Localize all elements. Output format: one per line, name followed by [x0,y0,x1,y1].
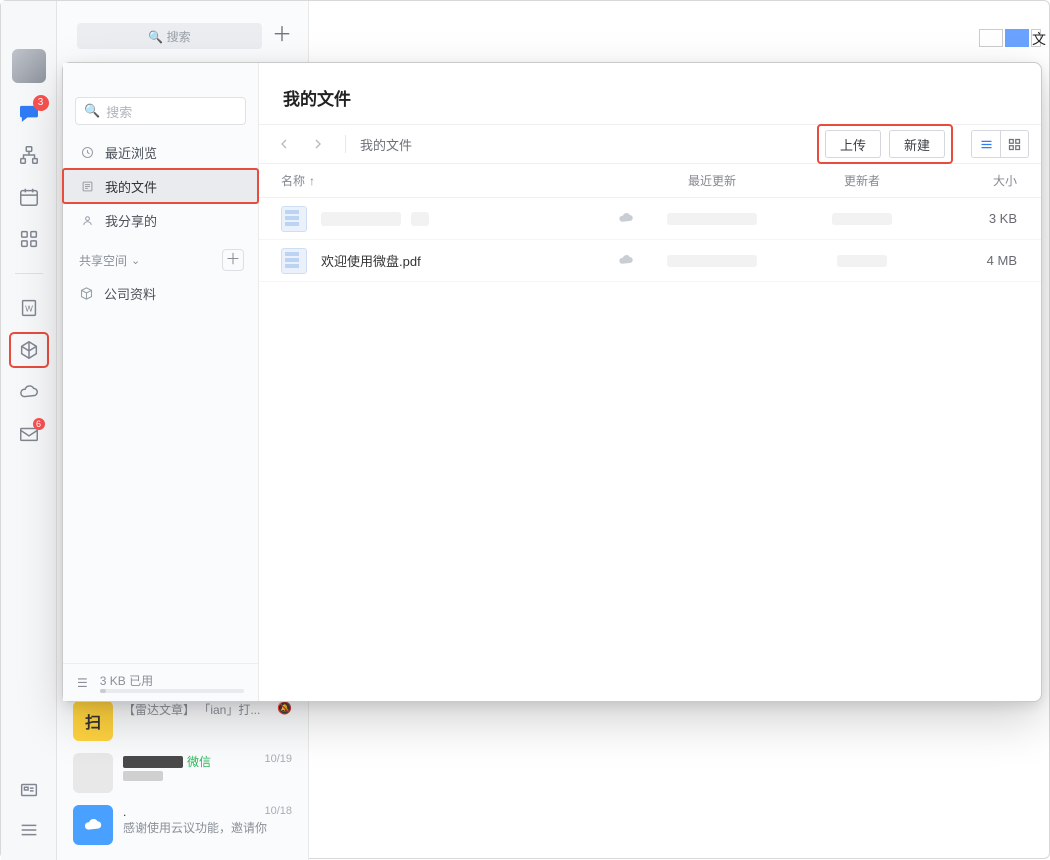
compose-button[interactable]: ＋ [272,26,292,46]
nav-back-button[interactable] [271,131,297,157]
cell-redacted [667,213,757,225]
chat-source-label: 微信 [187,753,211,770]
chat-icon[interactable]: 3 [17,101,41,125]
sidebar-section-shared-space: 共享空间 ⌄ ＋ [63,237,258,277]
storage-bar [100,689,244,693]
sidebar-item-company[interactable]: 公司资料 [63,277,258,309]
calendar-icon[interactable] [17,185,41,209]
nav-forward-button[interactable] [305,131,331,157]
chat-avatar [73,753,113,793]
search-placeholder: 搜索 [106,102,132,121]
toolbar: 我的文件 上传 新建 [259,124,1041,164]
chat-date: 10/18 [264,805,292,819]
chat-list-item[interactable]: 扫 【雷达文章】 「ian」打... 🔕 [65,695,300,747]
svg-text:W: W [25,305,33,314]
upload-new-highlight: 上传 新建 [817,124,953,164]
storage-footer: ☰ 3 KB 已用 [63,663,258,701]
chat-avatar: 扫 [73,701,113,741]
chat-snippet: 感谢使用云议功能，邀请你 [123,819,292,836]
user-avatar[interactable] [12,49,46,83]
drive-sidebar: 🔍 搜索 最近浏览 我的文件 我分享的 共享空间 ⌄ ＋ 公司资料 [63,63,259,701]
new-button[interactable]: 新建 [889,130,945,158]
sort-arrow-icon: ↑ [309,174,315,188]
file-size: 3 KB [937,211,1017,226]
drive-window: 🔍 搜索 最近浏览 我的文件 我分享的 共享空间 ⌄ ＋ 公司资料 [62,62,1042,702]
rail-separator [15,273,43,274]
section-label: 共享空间 [79,252,127,269]
file-size: 4 MB [937,253,1017,268]
person-icon [79,212,95,228]
cell-redacted [837,255,887,267]
drive-icon[interactable] [17,338,41,362]
col-name[interactable]: 名称 ↑ [281,172,637,189]
page-title: 我的文件 [259,63,1041,124]
apps-icon[interactable] [17,227,41,251]
drive-search-input[interactable]: 🔍 搜索 [75,97,246,125]
menu-icon[interactable]: ☰ [77,676,88,690]
sidebar-item-label: 我分享的 [105,211,157,230]
cloud-status-icon [617,251,637,271]
col-size[interactable]: 大小 [937,172,1017,189]
mail-icon[interactable]: 6 [17,422,41,446]
file-row[interactable]: 3 KB [259,198,1041,240]
card-icon[interactable] [17,778,41,802]
file-thumb-icon [281,248,307,274]
chat-list-item[interactable]: . 10/18 感谢使用云议功能，邀请你 [65,799,300,851]
sidebar-item-label: 我的文件 [105,177,157,196]
clock-icon [79,144,95,160]
cloud-icon[interactable] [17,380,41,404]
chat-avatar [73,805,113,845]
toolbar-separator [345,135,346,153]
cell-redacted [667,255,757,267]
search-icon: 🔍 [84,103,100,119]
upload-button[interactable]: 上传 [825,130,881,158]
chat-snippet: 【雷达文章】 「ian」打... [123,701,260,718]
add-space-button[interactable]: ＋ [222,249,244,271]
chat-date: 10/19 [264,753,292,770]
parent-search-input[interactable] [77,23,262,49]
sidebar-item-recent[interactable]: 最近浏览 [63,135,258,169]
org-icon[interactable] [17,143,41,167]
file-name-redacted [321,212,401,226]
drive-main: 我的文件 我的文件 上传 新建 名称 ↑ 最近更新 更新者 大小 [259,63,1041,701]
chevron-down-icon[interactable]: ⌄ [131,254,140,267]
file-name: 欢迎使用微盘.pdf [321,251,421,270]
chat-list-peek: 扫 【雷达文章】 「ian」打... 🔕 微信 10/19 . 10/18 感谢使用云… [57,695,308,860]
box-icon [79,286,94,301]
sidebar-item-myfiles[interactable]: 我的文件 [63,169,258,203]
view-toggle [971,130,1029,158]
top-right-preview-chip: 文 [979,29,1041,47]
mute-icon: 🔕 [277,701,292,718]
breadcrumb[interactable]: 我的文件 [360,135,412,154]
col-updated-by[interactable]: 更新者 [787,172,937,189]
left-rail: 3 W 6 [1,1,57,860]
menu-icon[interactable] [17,818,41,842]
grid-view-button[interactable] [1000,131,1028,157]
sidebar-item-label: 最近浏览 [105,143,157,162]
sidebar-item-shared[interactable]: 我分享的 [63,203,258,237]
table-header: 名称 ↑ 最近更新 更新者 大小 [259,164,1041,198]
chat-badge: 3 [33,95,49,111]
folder-icon [79,178,95,194]
doc-icon[interactable]: W [17,296,41,320]
file-thumb-icon [281,206,307,232]
col-updated[interactable]: 最近更新 [637,172,787,189]
chat-name: . [123,805,126,819]
drive-icon-highlight [9,332,49,368]
file-row[interactable]: 欢迎使用微盘.pdf 4 MB [259,240,1041,282]
list-view-button[interactable] [972,131,1000,157]
mail-badge: 6 [33,418,45,430]
file-name-redacted [411,212,429,226]
cloud-status-icon [617,209,637,229]
chat-list-item[interactable]: 微信 10/19 [65,747,300,799]
cell-redacted [832,213,892,225]
sidebar-item-label: 公司资料 [104,284,156,303]
storage-text: 3 KB 已用 [100,672,244,689]
